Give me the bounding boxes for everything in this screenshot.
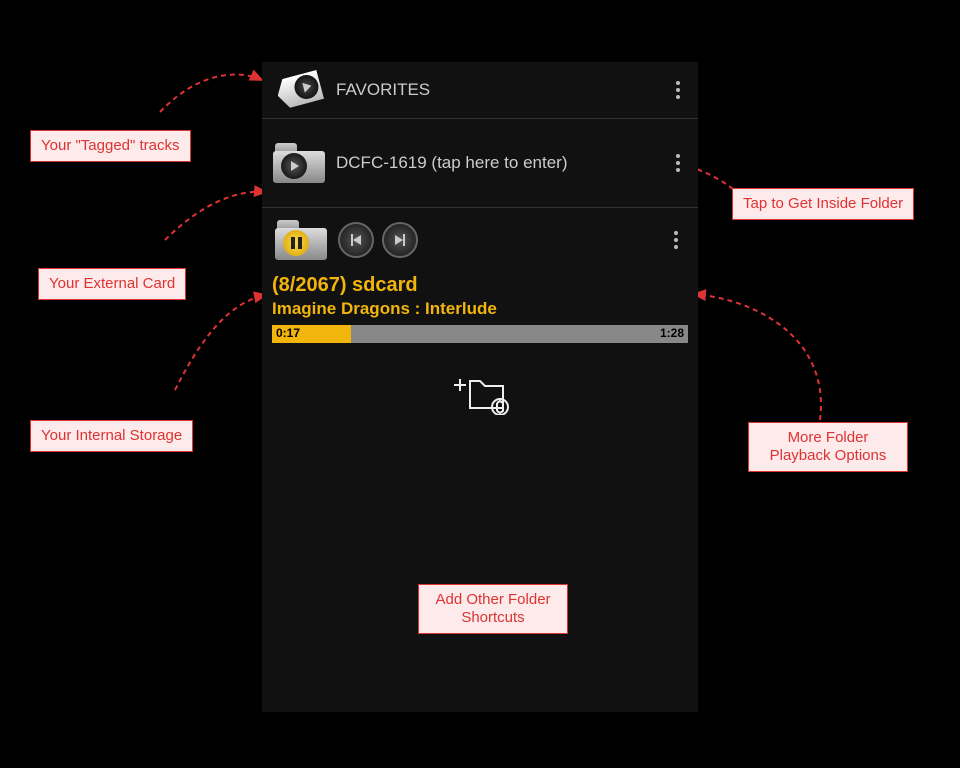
track-count-label: (8/2067) sdcard — [272, 274, 688, 297]
sdcard-row[interactable]: (8/2067) sdcard Imagine Dragons : Interl… — [262, 208, 698, 415]
now-playing-track: Imagine Dragons : Interlude — [272, 299, 688, 319]
add-folder-shortcut-button[interactable] — [450, 369, 510, 415]
callout-internal-storage: Your Internal Storage — [30, 420, 193, 452]
next-track-button[interactable] — [382, 222, 418, 258]
folder-pause-icon — [272, 218, 330, 262]
folder-row[interactable]: DCFC-1619 (tap here to enter) — [262, 119, 698, 208]
prev-track-button[interactable] — [338, 222, 374, 258]
tagged-tracks-icon — [265, 61, 332, 119]
callout-tap-inside-folder: Tap to Get Inside Folder — [732, 188, 914, 220]
favorites-row[interactable]: FAVORITES — [262, 62, 698, 119]
total-time: 1:28 — [660, 326, 684, 340]
elapsed-time: 0:17 — [276, 326, 300, 340]
folder-play-icon — [270, 141, 328, 185]
progress-bar[interactable]: 0:17 1:28 — [272, 325, 688, 343]
callout-add-shortcuts: Add Other Folder Shortcuts — [418, 584, 568, 634]
favorites-menu-button[interactable] — [666, 81, 690, 99]
folder-label: DCFC-1619 (tap here to enter) — [328, 153, 666, 173]
callout-external-card: Your External Card — [38, 268, 186, 300]
sdcard-menu-button[interactable] — [664, 231, 688, 249]
favorites-label: FAVORITES — [328, 80, 666, 100]
folder-menu-button[interactable] — [666, 154, 690, 172]
callout-tagged-tracks: Your "Tagged" tracks — [30, 130, 191, 162]
callout-playback-options: More Folder Playback Options — [748, 422, 908, 472]
